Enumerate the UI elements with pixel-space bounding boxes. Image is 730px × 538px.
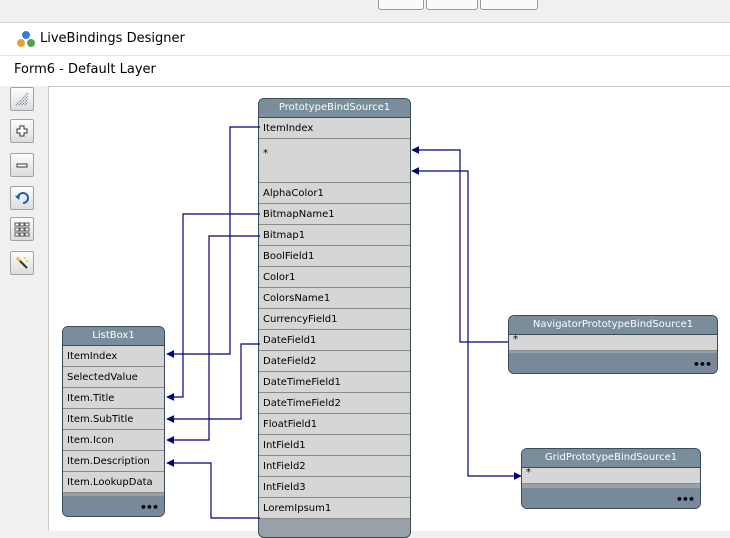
field-date-1[interactable]: DateField1 <box>259 330 410 351</box>
node-footer: ••• <box>522 488 700 508</box>
livebindings-icon <box>17 31 35 47</box>
field-date-2[interactable]: DateField2 <box>259 351 410 372</box>
node-footer: ••• <box>63 496 164 516</box>
partial-button[interactable] <box>480 0 538 10</box>
layer-label: Form6 - Default Layer <box>14 62 156 77</box>
more-members-button[interactable]: ••• <box>140 501 159 514</box>
field-item-description[interactable]: Item.Description <box>63 451 164 472</box>
field-int-1[interactable]: IntField1 <box>259 435 410 456</box>
prototype-bind-source-node[interactable]: PrototypeBindSource1 ItemIndex * AlphaCo… <box>258 98 411 538</box>
more-members-button[interactable]: ••• <box>676 493 695 506</box>
field-item-lookup-data[interactable]: Item.LookupData <box>63 472 164 493</box>
magic-wand-icon <box>15 256 28 269</box>
node-title[interactable]: GridPrototypeBindSource1 <box>522 449 700 468</box>
field-selected-value[interactable]: SelectedValue <box>63 367 164 388</box>
undo-arrow-icon <box>15 192 29 204</box>
wizard-button[interactable] <box>10 251 34 275</box>
layout-button[interactable] <box>10 217 34 241</box>
field-bitmap[interactable]: Bitmap1 <box>259 225 410 246</box>
listbox-node[interactable]: ListBox1 ItemIndex SelectedValue Item.Ti… <box>62 326 165 517</box>
partial-toolbar-strip <box>0 0 730 23</box>
field-star[interactable]: * <box>509 335 717 351</box>
field-item-title[interactable]: Item.Title <box>63 388 164 409</box>
zoom-out-button[interactable] <box>10 153 34 177</box>
window-title: LiveBindings Designer <box>40 31 185 46</box>
field-datetime-1[interactable]: DateTimeField1 <box>259 372 410 393</box>
field-item-icon[interactable]: Item.Icon <box>63 430 164 451</box>
field-bool[interactable]: BoolField1 <box>259 246 410 267</box>
field-bitmap-name[interactable]: BitmapName1 <box>259 204 410 225</box>
partial-button[interactable] <box>426 0 478 10</box>
partial-button[interactable] <box>378 0 424 10</box>
layer-bar: Form6 - Default Layer <box>0 55 730 86</box>
node-title[interactable]: NavigatorPrototypeBindSource1 <box>509 316 717 335</box>
field-item-index[interactable]: ItemIndex <box>259 118 410 139</box>
field-float[interactable]: FloatField1 <box>259 414 410 435</box>
more-members-button[interactable]: ••• <box>693 358 712 371</box>
node-title[interactable]: ListBox1 <box>63 327 164 346</box>
node-title[interactable]: PrototypeBindSource1 <box>259 99 410 118</box>
grid-layout-icon <box>14 222 30 237</box>
arrange-grid-button[interactable] <box>10 87 34 111</box>
designer-titlebar: LiveBindings Designer <box>0 23 730 55</box>
field-lorem-ipsum[interactable]: LoremIpsum1 <box>259 498 410 519</box>
field-colors-name[interactable]: ColorsName1 <box>259 288 410 309</box>
field-item-subtitle[interactable]: Item.SubTitle <box>63 409 164 430</box>
field-color[interactable]: Color1 <box>259 267 410 288</box>
navigator-bind-source-node[interactable]: NavigatorPrototypeBindSource1 * ••• <box>508 315 718 374</box>
field-int-2[interactable]: IntField2 <box>259 456 410 477</box>
field-currency[interactable]: CurrencyField1 <box>259 309 410 330</box>
field-star[interactable]: * <box>522 468 700 484</box>
designer-toolbar <box>10 87 36 531</box>
undo-button[interactable] <box>10 186 34 210</box>
field-alpha-color[interactable]: AlphaColor1 <box>259 183 410 204</box>
zoom-in-button[interactable] <box>10 119 34 143</box>
node-footer: ••• <box>509 353 717 373</box>
field-star[interactable]: * <box>259 139 410 183</box>
plus-magnifier-icon <box>16 125 28 137</box>
field-datetime-2[interactable]: DateTimeField2 <box>259 393 410 414</box>
minus-icon <box>16 163 28 168</box>
field-item-index[interactable]: ItemIndex <box>63 346 164 367</box>
grid-bind-source-node[interactable]: GridPrototypeBindSource1 * ••• <box>521 448 701 509</box>
diagonal-grid-icon <box>15 92 29 106</box>
field-int-3[interactable]: IntField3 <box>259 477 410 498</box>
